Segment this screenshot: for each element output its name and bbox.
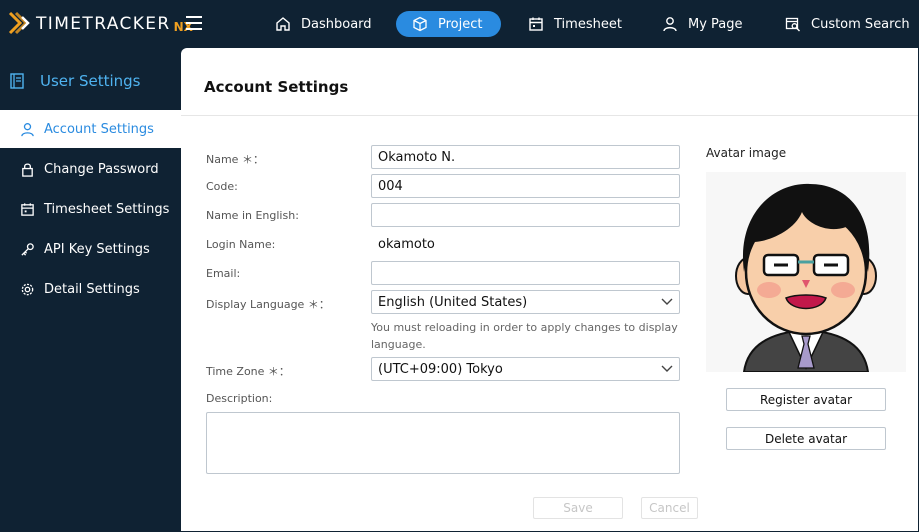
- code-value: 004: [378, 178, 403, 194]
- time-zone-value: (UTC+09:00) Tokyo: [378, 361, 503, 377]
- cancel-button[interactable]: Cancel: [641, 497, 698, 519]
- email-label: Email:: [206, 267, 241, 280]
- sidebar-title: User Settings: [8, 72, 140, 90]
- lock-icon: [22, 162, 33, 177]
- home-icon: [276, 17, 290, 31]
- sidebar-item-account-settings[interactable]: Account Settings: [0, 110, 181, 148]
- name-field[interactable]: Okamoto N.: [371, 145, 680, 169]
- chevron-down-icon: [661, 298, 673, 305]
- sidebar-item-detail-settings[interactable]: Detail Settings: [0, 270, 181, 308]
- display-language-select[interactable]: English (United States): [371, 290, 680, 314]
- key-icon: [21, 242, 34, 256]
- time-zone-select[interactable]: (UTC+09:00) Tokyo: [371, 357, 680, 381]
- login-name-value: okamoto: [378, 237, 435, 252]
- nav-project[interactable]: Project: [396, 11, 501, 37]
- top-bar: TIMETRACKER NX Dashboard Project Timeshe…: [0, 0, 919, 48]
- delete-avatar-button[interactable]: Delete avatar: [726, 427, 886, 450]
- email-field[interactable]: [371, 261, 680, 285]
- nav-custom-search[interactable]: Custom Search: [785, 11, 910, 37]
- register-avatar-button[interactable]: Register avatar: [726, 388, 886, 411]
- sidebar-item-label: Timesheet Settings: [44, 201, 170, 217]
- sidebar-item-label: API Key Settings: [44, 241, 150, 257]
- name-in-english-field[interactable]: [371, 203, 680, 227]
- avatar-image: [706, 172, 906, 372]
- nav-my-page[interactable]: My Page: [662, 11, 743, 37]
- sidebar-title-label: User Settings: [40, 72, 141, 90]
- app-logo[interactable]: TIMETRACKER NX: [8, 10, 193, 38]
- nav-dashboard[interactable]: Dashboard: [275, 11, 372, 37]
- hamburger-menu-icon[interactable]: [186, 16, 202, 30]
- page-title: Account Settings: [204, 78, 349, 96]
- book-icon: [10, 73, 24, 89]
- login-name-label: Login Name:: [206, 238, 276, 251]
- time-zone-label: Time Zone ＊：: [206, 365, 290, 378]
- avatar-illustration: [735, 183, 877, 372]
- nav-timesheet[interactable]: Timesheet: [528, 11, 622, 37]
- avatar-image-label: Avatar image: [706, 146, 787, 160]
- cube-icon: [413, 16, 427, 32]
- display-language-hint: You must reloading in order to apply cha…: [371, 321, 678, 351]
- sidebar-item-change-password[interactable]: Change Password: [0, 150, 181, 188]
- nav-custom-search-label: Custom Search: [811, 16, 910, 32]
- code-label: Code:: [206, 180, 238, 193]
- description-label: Description:: [206, 392, 273, 405]
- logo-text: TIMETRACKER: [36, 14, 171, 34]
- user-icon: [21, 122, 34, 136]
- code-field[interactable]: 004: [371, 174, 680, 198]
- calendar-icon: [529, 17, 543, 31]
- description-textarea[interactable]: [206, 412, 680, 474]
- gear-icon: [21, 283, 34, 295]
- chevron-down-icon: [661, 365, 673, 372]
- sidebar-item-label: Change Password: [44, 161, 159, 177]
- name-label: Name ＊：: [206, 153, 264, 166]
- logo-mark-icon: [8, 11, 32, 37]
- sidebar-item-label: Detail Settings: [44, 281, 140, 297]
- search-calendar-icon: [785, 17, 800, 32]
- main-header: Account Settings: [181, 48, 918, 116]
- sidebar-item-api-key-settings[interactable]: API Key Settings: [0, 230, 181, 268]
- user-icon: [663, 17, 677, 32]
- sidebar: User Settings Account Settings Change Pa…: [0, 48, 181, 532]
- main-panel: Account Settings Name ＊： Okamoto N. Code…: [181, 48, 918, 531]
- nav-project-label: Project: [438, 16, 483, 32]
- sidebar-item-label: Account Settings: [44, 121, 154, 137]
- save-button[interactable]: Save: [533, 497, 623, 519]
- name-value: Okamoto N.: [378, 149, 456, 165]
- name-in-english-label: Name in English:: [206, 209, 299, 222]
- calendar-icon: [21, 202, 34, 216]
- display-language-value: English (United States): [378, 294, 528, 310]
- nav-dashboard-label: Dashboard: [301, 16, 372, 32]
- nav-timesheet-label: Timesheet: [554, 16, 622, 32]
- sidebar-item-timesheet-settings[interactable]: Timesheet Settings: [0, 190, 181, 228]
- display-language-label: Display Language ＊：: [206, 298, 330, 311]
- nav-my-page-label: My Page: [688, 16, 743, 32]
